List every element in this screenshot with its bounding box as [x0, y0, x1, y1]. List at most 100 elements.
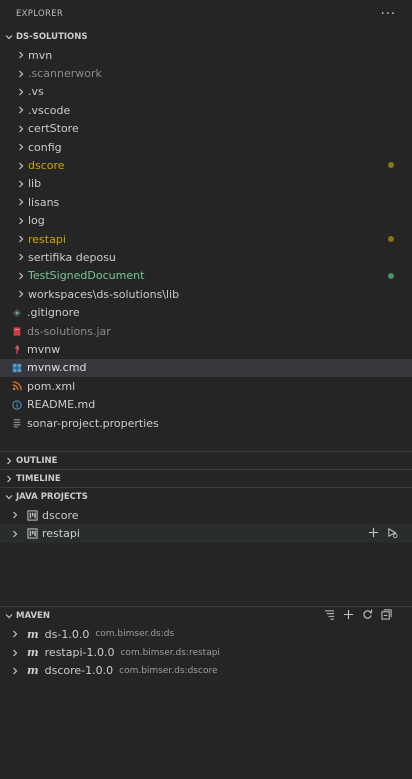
tree-folder-lisans[interactable]: lisans [0, 193, 412, 211]
chevron-right-icon [8, 525, 22, 543]
add-icon[interactable] [343, 609, 354, 623]
maven-header[interactable]: MAVEN [0, 606, 412, 625]
java-projects-header[interactable]: JAVA PROJECTS [0, 487, 412, 506]
chevron-down-icon [2, 28, 16, 46]
chevron-right-icon [14, 285, 28, 303]
tree-label: lib [28, 177, 42, 191]
maven-module-icon: m [27, 664, 39, 678]
timeline-title: TIMELINE [16, 474, 61, 484]
project-icon [26, 509, 38, 521]
refresh-icon[interactable] [362, 609, 373, 623]
chevron-right-icon [8, 625, 22, 643]
tree-label: pom.xml [27, 379, 76, 393]
jar-file-icon [11, 325, 23, 337]
tree-file-readme[interactable]: README.md [0, 395, 412, 413]
rss-icon [11, 380, 23, 392]
tree-folder-mvn[interactable]: mvn [0, 46, 412, 64]
tree-label: restapi [28, 232, 66, 246]
filter-icon[interactable] [324, 609, 335, 623]
maven-actions [324, 609, 392, 623]
chevron-right-icon [14, 120, 28, 138]
timeline-header[interactable]: TIMELINE [0, 469, 412, 488]
tree-folder-dscore[interactable]: dscore [0, 156, 412, 174]
feather-icon [11, 343, 23, 355]
tree-folder-log[interactable]: log [0, 212, 412, 230]
tree-folder-vs[interactable]: .vs [0, 83, 412, 101]
java-project-restapi[interactable]: restapi [0, 524, 412, 543]
maven-item-ds[interactable]: m ds-1.0.0 com.bimser.ds:ds [0, 625, 412, 643]
outline-title: OUTLINE [16, 456, 58, 466]
chevron-right-icon [14, 193, 28, 211]
tree-folder-sertifika-deposu[interactable]: sertifika deposu [0, 248, 412, 266]
tree-label: ds-solutions.jar [27, 324, 111, 338]
tree-label: dscore [42, 508, 79, 522]
tree-file-gitignore[interactable]: .gitignore [0, 303, 412, 321]
tree-folder-lib[interactable]: lib [0, 175, 412, 193]
tree-file-mvnw-cmd[interactable]: mvnw.cmd [0, 358, 412, 378]
tree-folder-restapi[interactable]: restapi [0, 230, 412, 248]
maven-coordinates: com.bimser.ds:ds [95, 629, 175, 640]
tree-folder-vscode[interactable]: .vscode [0, 101, 412, 119]
java-project-dscore[interactable]: dscore [0, 506, 412, 524]
chevron-right-icon [2, 470, 16, 488]
tree-label: ds-1.0.0 [44, 627, 90, 641]
modified-dot [388, 235, 394, 242]
chevron-right-icon [14, 83, 28, 101]
tree-label: dscore [28, 159, 65, 173]
tree-folder-scannerwork[interactable]: .scannerwork [0, 64, 412, 82]
modified-dot [388, 162, 394, 169]
java-projects-list: dscore restapi [0, 506, 412, 543]
properties-file-icon [11, 417, 23, 429]
tree-folder-testsigneddocument[interactable]: TestSignedDocument [0, 267, 412, 285]
tree-label: .vscode [28, 103, 71, 117]
chevron-right-icon [8, 506, 22, 524]
tree-label: restapi-1.0.0 [44, 646, 115, 660]
chevron-right-icon [14, 212, 28, 230]
outline-header[interactable]: OUTLINE [0, 451, 412, 470]
chevron-right-icon [14, 267, 28, 285]
tree-folder-certstore[interactable]: certStore [0, 120, 412, 138]
maven-coordinates: com.bimser.ds:restapi [120, 647, 220, 658]
chevron-right-icon [2, 452, 16, 470]
tree-folder-config[interactable]: config [0, 138, 412, 156]
git-icon [11, 307, 23, 319]
chevron-down-icon [2, 488, 16, 506]
tree-label: workspaces\ds-solutions\lib [28, 287, 180, 301]
tree-label: mvnw [27, 342, 61, 356]
add-icon[interactable] [368, 527, 379, 541]
explorer-header: EXPLORER ··· [0, 0, 412, 28]
tree-file-pom[interactable]: pom.xml [0, 377, 412, 395]
tree-folder-workspaces[interactable]: workspaces\ds-solutions\lib [0, 285, 412, 303]
tree-file-sonar-properties[interactable]: sonar-project.properties [0, 414, 412, 432]
workspace-header[interactable]: DS-SOLUTIONS [0, 28, 412, 46]
chevron-right-icon [14, 157, 28, 175]
tree-label: .gitignore [27, 306, 80, 320]
tree-label: sonar-project.properties [27, 416, 159, 430]
tree-label: config [28, 140, 62, 154]
java-projects-title: JAVA PROJECTS [16, 492, 88, 502]
chevron-right-icon [8, 662, 22, 680]
tree-file-mvnw[interactable]: mvnw [0, 340, 412, 358]
workspace-title: DS-SOLUTIONS [16, 32, 88, 42]
tree-label: .vs [28, 85, 44, 99]
windows-icon [11, 362, 23, 374]
maven-module-icon: m [27, 627, 39, 641]
tree-label: lisans [28, 195, 60, 209]
maven-title: MAVEN [16, 611, 50, 621]
tree-label: certStore [28, 122, 79, 136]
chevron-right-icon [14, 248, 28, 266]
run-debug-icon[interactable] [387, 527, 398, 541]
tree-label: mvnw.cmd [27, 361, 87, 375]
more-actions-icon[interactable]: ··· [381, 7, 396, 22]
file-tree: mvn .scannerwork .vs .vscode certStore c… [0, 46, 412, 432]
tree-label: mvn [28, 48, 53, 62]
chevron-right-icon [14, 175, 28, 193]
tree-file-jar[interactable]: ds-solutions.jar [0, 322, 412, 340]
chevron-right-icon [14, 138, 28, 156]
untracked-dot [388, 272, 394, 279]
explorer-title: EXPLORER [16, 9, 64, 19]
maven-item-dscore[interactable]: m dscore-1.0.0 com.bimser.ds:dscore [0, 662, 412, 680]
collapse-all-icon[interactable] [381, 609, 392, 623]
maven-list: m ds-1.0.0 com.bimser.ds:ds m restapi-1.… [0, 625, 412, 680]
maven-item-restapi[interactable]: m restapi-1.0.0 com.bimser.ds:restapi [0, 643, 412, 661]
